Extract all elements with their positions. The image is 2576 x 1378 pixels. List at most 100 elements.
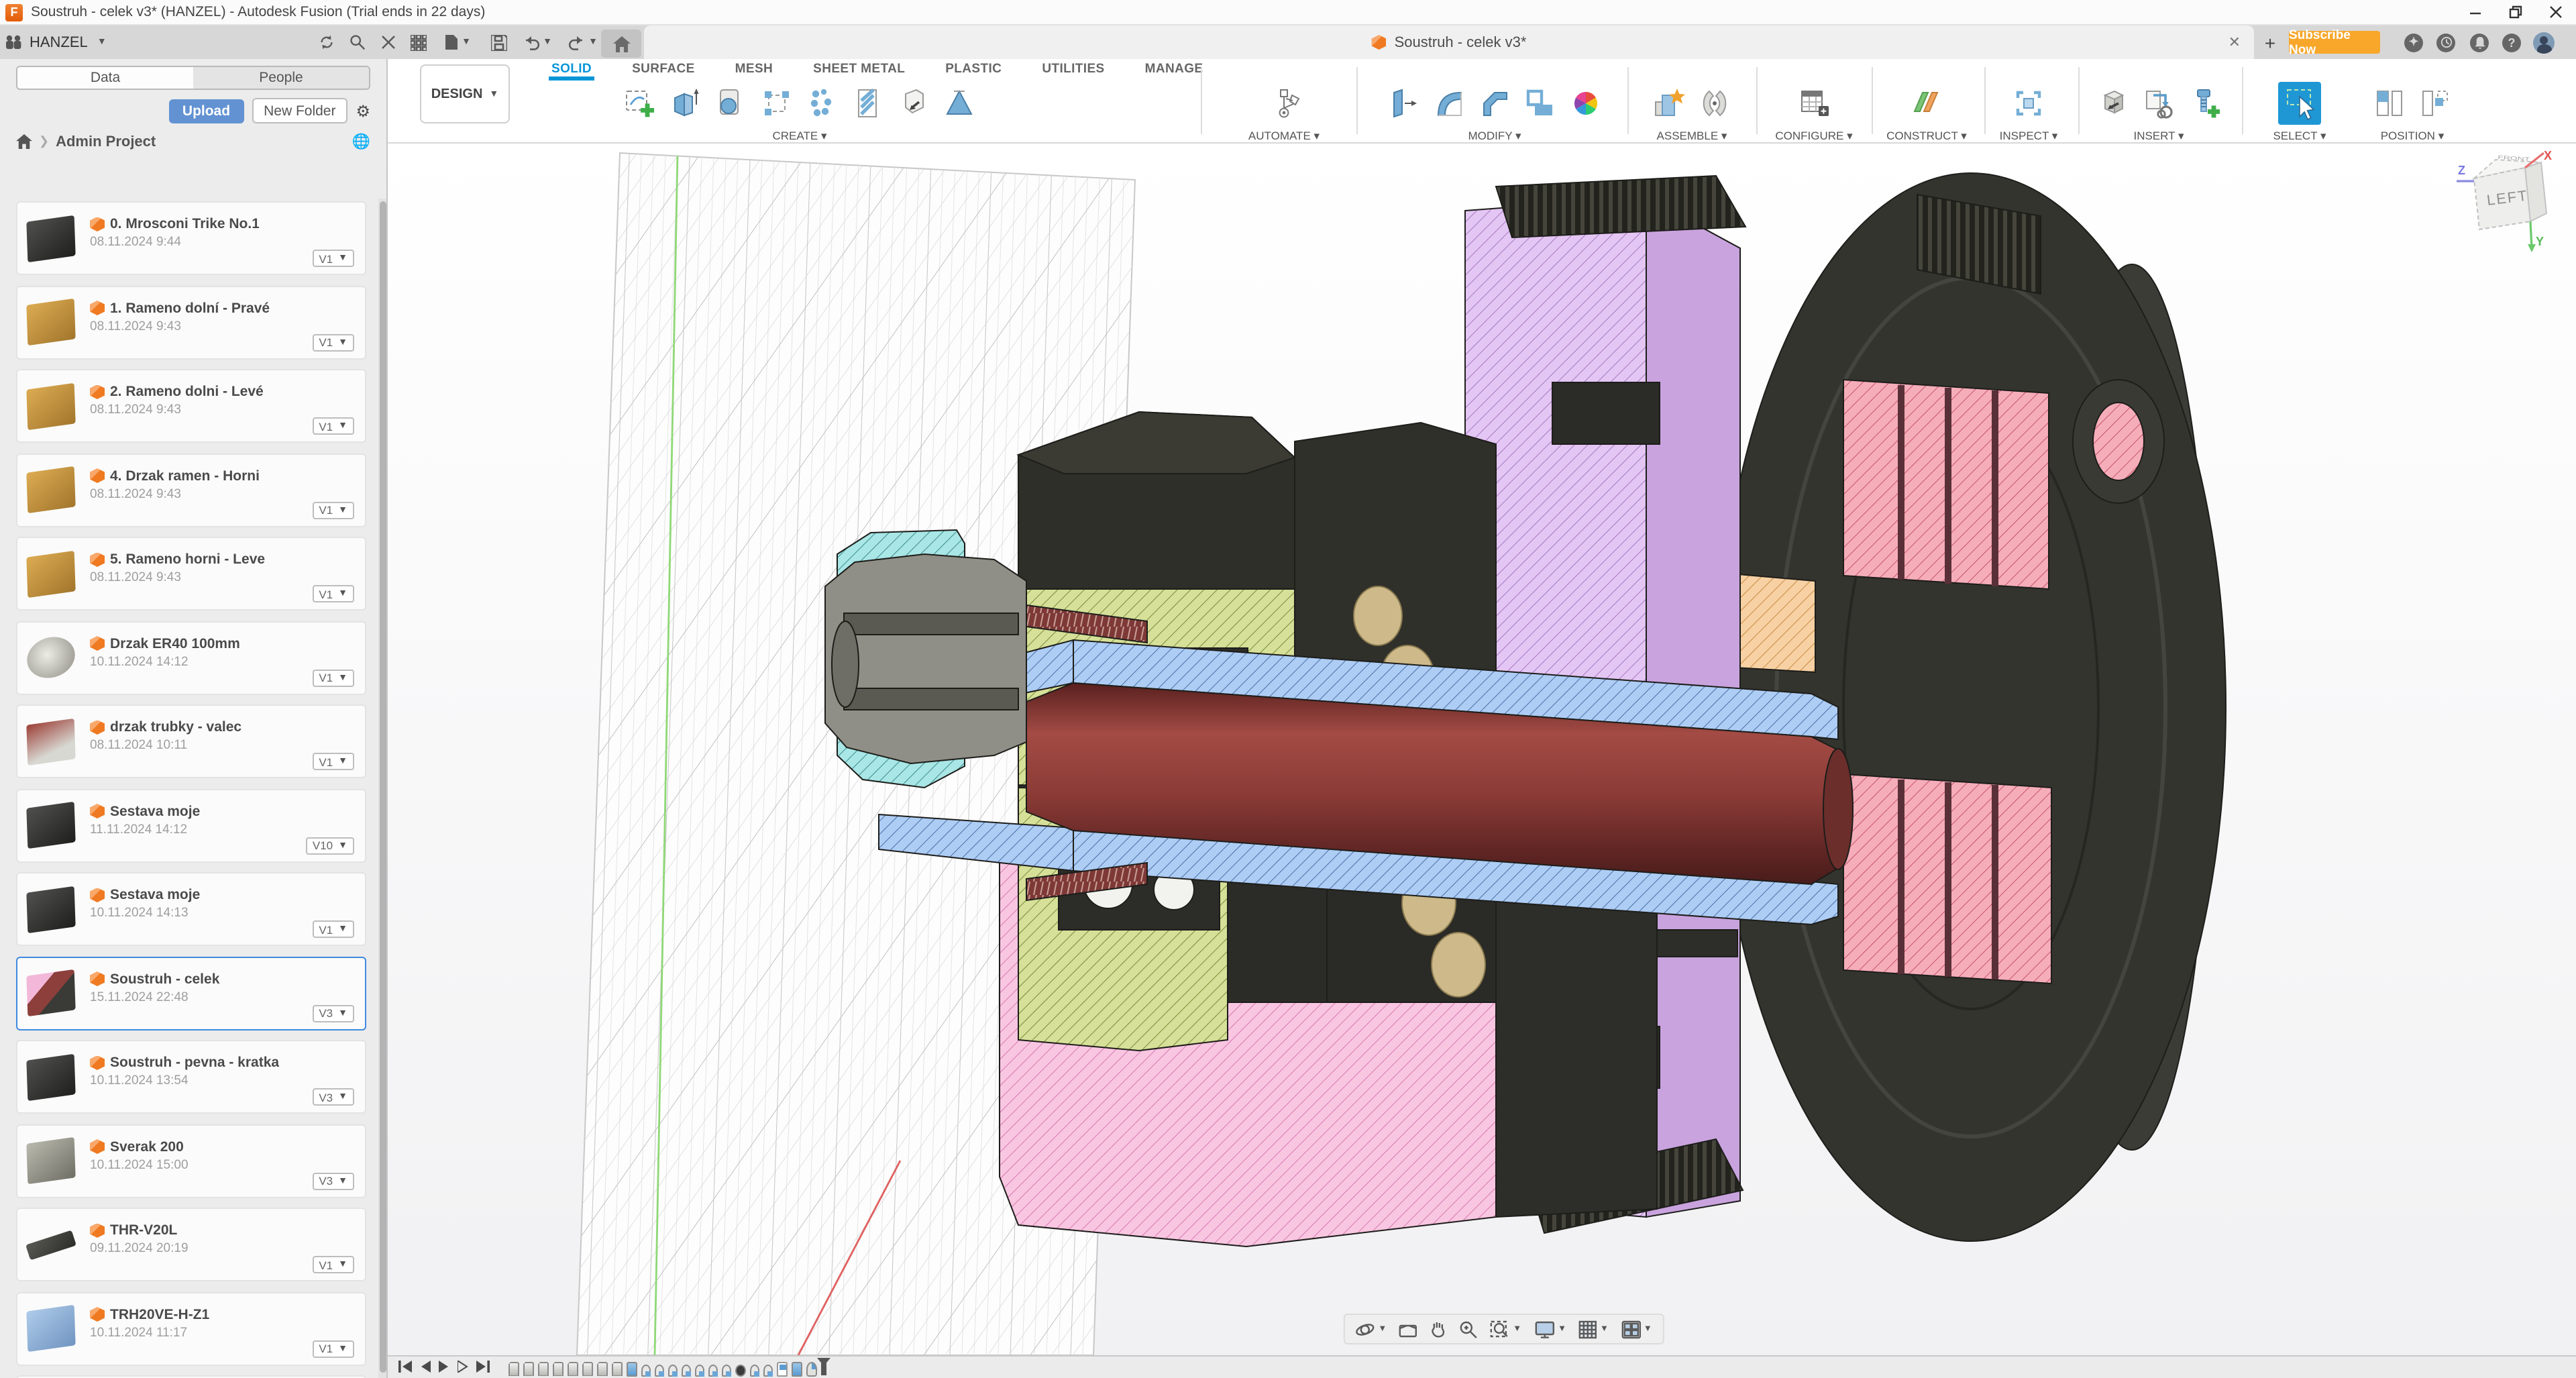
viewports-icon[interactable]: ▼ (1621, 1320, 1652, 1338)
project-item[interactable]: Sestava moje 10.11.2024 14:13 V1 ▼ (16, 872, 366, 946)
zoom-icon[interactable] (1459, 1320, 1478, 1338)
fit-icon[interactable]: ▼ (1490, 1320, 1521, 1338)
hole-icon[interactable] (892, 82, 935, 125)
close-button[interactable] (2536, 0, 2576, 24)
joint-icon[interactable] (1693, 82, 1736, 125)
loft-icon[interactable] (938, 82, 981, 125)
timeline-feature[interactable] (627, 1361, 637, 1376)
timeline-feature[interactable] (792, 1361, 802, 1376)
job-status-icon[interactable] (2436, 25, 2455, 59)
timeline-feature[interactable] (655, 1364, 664, 1376)
project-item[interactable]: TRH20VN-H-Z1 09.11.2024 23:42 V1 ▼ (16, 1375, 366, 1378)
project-item[interactable]: 4. Drzak ramen - Horni 08.11.2024 9:43 V… (16, 453, 366, 527)
view-cube[interactable]: LEFT FRONT Z X Y (2455, 146, 2563, 254)
revert-position-icon[interactable] (2414, 82, 2457, 125)
version-badge[interactable]: V1 ▼ (312, 1340, 354, 1357)
save-icon[interactable] (486, 25, 513, 59)
sync-icon[interactable] (313, 25, 339, 59)
timeline-feature[interactable] (722, 1364, 731, 1376)
subscribe-button[interactable]: Subscribe Now (2289, 31, 2380, 54)
version-badge[interactable]: V3 ▼ (312, 1088, 354, 1106)
redo-icon[interactable]: ▼ (564, 25, 601, 59)
notifications-bell-icon[interactable] (2470, 25, 2489, 59)
ribbon-tab[interactable]: MANAGE (1142, 60, 1206, 78)
version-badge[interactable]: V3 ▼ (312, 1172, 354, 1189)
search-icon[interactable] (343, 25, 370, 59)
grid-menu-icon[interactable] (405, 25, 432, 59)
new-document-icon[interactable]: ▼ (440, 25, 475, 59)
pan-icon[interactable] (1430, 1320, 1447, 1338)
panel-tab[interactable]: People (193, 67, 369, 89)
team-switcher[interactable]: HANZEL ▼ (5, 25, 107, 59)
minimize-button[interactable] (2455, 0, 2496, 24)
timeline-feature[interactable] (508, 1361, 519, 1376)
timeline-feature[interactable] (523, 1361, 534, 1376)
group-label-automate[interactable]: AUTOMATE ▾ (1220, 129, 1348, 144)
version-badge[interactable]: V1 ▼ (312, 753, 354, 770)
project-item[interactable]: Soustruh - pevna - kratka 10.11.2024 13:… (16, 1040, 366, 1114)
project-item[interactable]: drzak trubky - valec 08.11.2024 10:11 V1… (16, 704, 366, 778)
insert-mesh-icon[interactable] (2092, 82, 2135, 125)
extensions-icon[interactable]: ✦ (2404, 25, 2423, 59)
group-label-insert[interactable]: INSERT ▾ (2084, 129, 2234, 144)
version-badge[interactable]: V1 ▼ (312, 417, 354, 435)
project-item[interactable]: 5. Rameno horni - Leve 08.11.2024 9:43 V… (16, 537, 366, 611)
version-badge[interactable]: V3 ▼ (312, 1004, 354, 1022)
create-sketch-icon[interactable] (619, 82, 661, 125)
appearance-icon[interactable] (1564, 82, 1607, 125)
timeline-feature[interactable] (668, 1364, 678, 1376)
group-label-construct[interactable]: CONSTRUCT ▾ (1877, 129, 1976, 144)
configure-icon[interactable] (1792, 82, 1835, 125)
timeline-feature[interactable] (568, 1361, 578, 1376)
globe-icon[interactable]: 🌐 (352, 133, 370, 150)
project-item[interactable]: Sestava moje 11.11.2024 14:12 V10 ▼ (16, 788, 366, 862)
fillet-icon[interactable] (1428, 82, 1470, 125)
timeline-playhead[interactable] (821, 1359, 826, 1375)
timeline-skip-end-button[interactable] (476, 1355, 490, 1378)
select-tool-icon[interactable] (2278, 82, 2321, 125)
project-item[interactable]: TRH20VE-H-Z1 10.11.2024 11:17 V1 ▼ (16, 1291, 366, 1365)
version-badge[interactable]: V1 ▼ (312, 920, 354, 938)
version-badge[interactable]: V1 ▼ (312, 333, 354, 351)
upload-button[interactable]: Upload (169, 99, 244, 123)
home-icon[interactable] (16, 134, 32, 149)
rib-icon[interactable] (847, 82, 890, 125)
version-badge[interactable]: V10 ▼ (306, 837, 354, 854)
close-document-icon[interactable] (374, 25, 401, 59)
construct-plane-icon[interactable] (1905, 82, 1948, 125)
automate-icon[interactable] (1263, 82, 1305, 125)
timeline-feature[interactable] (763, 1364, 773, 1376)
chamfer-icon[interactable] (1473, 82, 1516, 125)
home-tab[interactable] (601, 25, 641, 59)
timeline-feature[interactable] (777, 1361, 788, 1376)
breadcrumb-project[interactable]: Admin Project (56, 134, 156, 150)
new-folder-button[interactable]: New Folder (252, 98, 347, 123)
timeline-feature[interactable] (708, 1364, 718, 1376)
gear-icon[interactable]: ⚙ (356, 101, 370, 120)
viewport-3d[interactable]: LEFT FRONT Z X Y ▼ ▼ ▼ (388, 144, 2576, 1355)
project-item[interactable]: Drzak ER40 100mm 10.11.2024 14:12 V1 ▼ (16, 621, 366, 694)
new-tab-button[interactable]: + (2259, 25, 2281, 59)
group-label-select[interactable]: SELECT ▾ (2253, 129, 2347, 144)
version-badge[interactable]: V1 ▼ (312, 1256, 354, 1273)
group-label-configure[interactable]: CONFIGURE ▾ (1764, 129, 1864, 144)
timeline-skip-start-button[interactable] (398, 1355, 412, 1378)
revolve-icon[interactable] (710, 82, 753, 125)
timeline-feature[interactable] (806, 1361, 817, 1376)
look-at-icon[interactable] (1399, 1321, 1417, 1337)
pattern-icon[interactable] (801, 82, 844, 125)
project-item[interactable]: 0. Mrosconi Trike No.1 08.11.2024 9:44 V… (16, 201, 366, 275)
ribbon-tab[interactable]: UTILITIES (1039, 60, 1107, 78)
workspace-switcher[interactable]: DESIGN▼ (420, 64, 510, 123)
timeline-feature[interactable] (553, 1361, 564, 1376)
timeline-feature[interactable] (612, 1361, 623, 1376)
panel-tab[interactable]: Data (17, 67, 193, 89)
group-label-modify[interactable]: MODIFY ▾ (1370, 129, 1619, 144)
group-label-assemble[interactable]: ASSEMBLE ▾ (1635, 129, 1748, 144)
version-badge[interactable]: V1 ▼ (312, 585, 354, 602)
timeline-feature[interactable] (735, 1364, 746, 1376)
project-item[interactable]: Sverak 200 10.11.2024 15:00 V3 ▼ (16, 1124, 366, 1198)
measure-icon[interactable] (2007, 82, 2050, 125)
insert-derive-icon[interactable] (2137, 82, 2180, 125)
press-pull-icon[interactable] (1382, 82, 1425, 125)
